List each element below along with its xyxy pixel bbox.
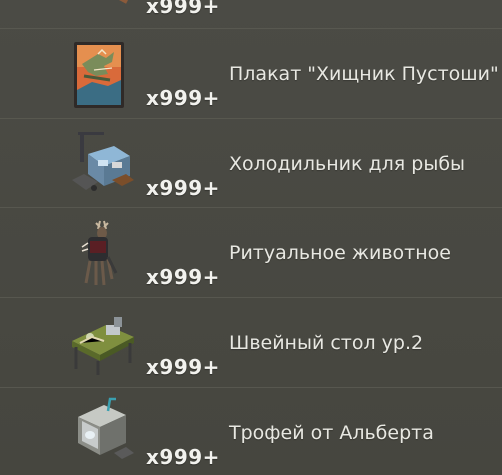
item-name: Трофей от Альберта [229, 422, 434, 444]
sewing-table-icon [72, 317, 134, 375]
item-count: x999+ [146, 265, 220, 289]
inventory-row-partial[interactable]: x999+ [0, 0, 502, 30]
ritual-deer-icon [81, 220, 118, 286]
poster-icon [74, 42, 124, 108]
inventory-list: x999+ Плакат "Хищник Пустоши" x999+ Холо… [0, 0, 502, 475]
item-count: x999+ [146, 86, 220, 110]
trophy-case-icon [78, 397, 134, 459]
row-divider [0, 28, 502, 29]
inventory-row[interactable]: Трофей от Альберта x999+ [0, 387, 502, 475]
item-count: x999+ [146, 0, 220, 18]
inventory-row[interactable]: Холодильник для рыбы x999+ [0, 118, 502, 208]
item-count: x999+ [146, 445, 220, 469]
inventory-row[interactable]: Плакат "Хищник Пустоши" x999+ [0, 28, 502, 118]
row-divider [0, 387, 502, 388]
row-divider [0, 297, 502, 298]
inventory-row[interactable]: Ритуальное животное x999+ [0, 207, 502, 297]
item-count: x999+ [146, 176, 220, 200]
item-icon-partial [91, 0, 128, 4]
inventory-row[interactable]: Швейный стол ур.2 x999+ [0, 297, 502, 387]
item-name: Швейный стол ур.2 [229, 332, 424, 354]
row-divider [0, 118, 502, 119]
fish-fridge-icon [72, 132, 134, 191]
row-divider [0, 207, 502, 208]
item-count: x999+ [146, 355, 220, 379]
item-name: Плакат "Хищник Пустоши" [229, 63, 499, 85]
item-name: Ритуальное животное [229, 242, 451, 264]
item-name: Холодильник для рыбы [229, 153, 466, 175]
